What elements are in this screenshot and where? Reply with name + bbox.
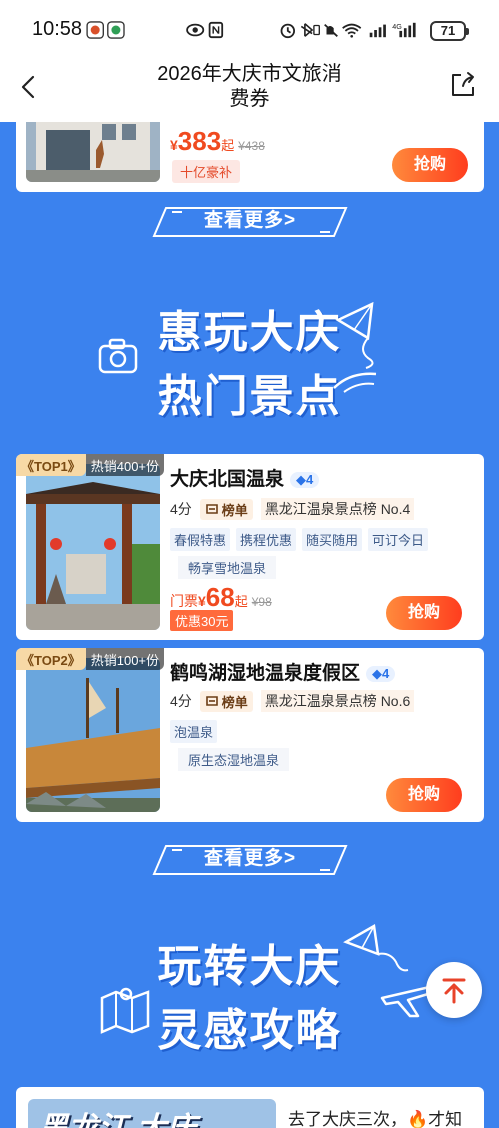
price-from-label: 起 bbox=[234, 594, 248, 609]
price-row: 门票 ¥ 68 起 ¥98 bbox=[170, 582, 272, 613]
product-title: 鹤鸣湖湿地温泉度假区 ◆4 bbox=[170, 658, 396, 685]
product-title-text: 大庆北国温泉 bbox=[170, 469, 285, 490]
system-status-icons: 4G bbox=[280, 22, 416, 39]
rank-badge: 榜单 bbox=[199, 690, 253, 712]
score-row: 4分 榜单 黑龙江温泉景点榜 No.4 bbox=[170, 498, 415, 520]
camera-icon bbox=[98, 338, 138, 374]
buy-button[interactable]: 抢购 bbox=[386, 778, 462, 812]
hot-sales-label: 热销100+份 bbox=[85, 648, 165, 670]
rank-text[interactable]: 黑龙江温泉景点榜 No.6 bbox=[260, 690, 415, 712]
product-title-text: 鹤鸣湖湿地温泉度假区 bbox=[170, 663, 361, 684]
buy-button[interactable]: 抢购 bbox=[386, 596, 462, 630]
price-currency: ¥ bbox=[170, 137, 178, 153]
diamond-level-badge: ◆4 bbox=[366, 665, 396, 682]
app-notification-icons bbox=[86, 21, 125, 39]
guide-title: 去了大庆三次，🔥才知 bbox=[288, 1110, 463, 1128]
tag: 泡温泉 bbox=[170, 720, 218, 743]
product-thumbnail bbox=[26, 658, 160, 812]
see-more-label: 查看更多> bbox=[203, 848, 297, 869]
back-arrow-icon[interactable] bbox=[14, 72, 44, 102]
price-from-label: 起 bbox=[221, 138, 235, 153]
nav-bar: 2026年大庆市文旅消 费券 bbox=[0, 58, 499, 122]
price-value: 68 bbox=[205, 582, 235, 612]
rank-text[interactable]: 黑龙江温泉景点榜 No.4 bbox=[260, 498, 415, 520]
subsidy-badge: 十亿豪补 bbox=[172, 160, 241, 183]
decor-lines-icon bbox=[333, 372, 377, 393]
ranking-icon bbox=[205, 504, 218, 514]
top-rank-label: 《TOP1》 bbox=[16, 454, 86, 476]
hero1-line1: 惠玩大庆 bbox=[157, 308, 342, 357]
feature-tag: 原生态湿地温泉 bbox=[178, 748, 290, 771]
product-card[interactable]: 《TOP1》 热销400+份 大庆北国温泉 ◆4 4分 榜单 黑龙江温泉景点榜 N… bbox=[16, 454, 484, 640]
score: 4分 bbox=[170, 693, 192, 709]
tag: 春假特惠 bbox=[170, 528, 231, 551]
tag-list: 泡温泉 bbox=[170, 720, 218, 743]
price-currency: ¥ bbox=[198, 593, 206, 609]
rank-badge-label: 榜单 bbox=[221, 694, 248, 710]
score: 4分 bbox=[170, 501, 192, 517]
section-hero-hot-spots: 惠玩大庆 热门景点 bbox=[0, 296, 499, 424]
product-card[interactable]: 《TOP2》 热销100+份 鹤鸣湖湿地温泉度假区 ◆4 4分 榜单 黑龙江温泉景… bbox=[16, 648, 484, 822]
battery-indicator: 71 bbox=[430, 21, 469, 41]
rank-badge: 榜单 bbox=[199, 498, 253, 520]
tag-list: 春假特惠 携程优惠 随买随用 可订今日 bbox=[170, 528, 429, 551]
kite-icon bbox=[335, 301, 374, 369]
page-title: 2026年大庆市文旅消 费券 bbox=[120, 62, 379, 112]
tag: 携程优惠 bbox=[236, 528, 297, 551]
discount-badge: 优惠30元 bbox=[170, 610, 234, 631]
diamond-level: 4 bbox=[382, 665, 390, 681]
page-title-line1: 2026年大庆市文旅消 bbox=[157, 63, 342, 85]
price-row: ¥ 383 起 ¥438 bbox=[170, 126, 265, 157]
top-rank-badge: 《TOP2》 热销100+份 bbox=[16, 648, 165, 670]
original-price: ¥438 bbox=[238, 139, 265, 153]
diamond-level: 4 bbox=[306, 471, 314, 487]
diamond-level-badge: ◆4 bbox=[290, 471, 320, 488]
feature-tag: 畅享雪地温泉 bbox=[178, 556, 277, 579]
see-more-button[interactable]: 查看更多> bbox=[152, 844, 348, 876]
status-bar: 10:58 4G 71 bbox=[0, 0, 499, 58]
tag: 可订今日 bbox=[368, 528, 429, 551]
price-value: 383 bbox=[177, 126, 222, 156]
page-title-line2: 费券 bbox=[229, 88, 270, 110]
tag: 随买随用 bbox=[302, 528, 363, 551]
share-icon[interactable] bbox=[448, 70, 478, 100]
map-icon bbox=[100, 987, 150, 1034]
product-title: 大庆北国温泉 ◆4 bbox=[170, 464, 320, 491]
top-header: 10:58 4G 71 2026年大庆市文旅消 费券 bbox=[0, 0, 499, 122]
hero1-line2: 热门景点 bbox=[157, 372, 342, 421]
back-to-top-button[interactable] bbox=[426, 962, 482, 1018]
see-more-label: 查看更多> bbox=[203, 210, 297, 231]
ticket-label: 门票 bbox=[170, 593, 198, 609]
status-time: 10:58 bbox=[32, 18, 83, 40]
arrow-up-icon bbox=[442, 978, 466, 1004]
eye-nfc-icons bbox=[186, 21, 224, 39]
see-more-button[interactable]: 查看更多> bbox=[152, 206, 348, 238]
guide-thumbnail-text: 黑龙江 大庆 bbox=[38, 1103, 196, 1128]
ranking-icon bbox=[205, 696, 218, 706]
rank-badge-label: 榜单 bbox=[221, 502, 248, 518]
kite-icon bbox=[343, 924, 409, 972]
guide-thumbnail: 黑龙江 大庆 bbox=[28, 1099, 276, 1128]
buy-button[interactable]: 抢购 bbox=[392, 148, 468, 182]
original-price: ¥98 bbox=[251, 595, 272, 609]
top-rank-label: 《TOP2》 bbox=[16, 648, 86, 670]
top-rank-badge: 《TOP1》 热销400+份 bbox=[16, 454, 165, 476]
product-thumbnail bbox=[26, 464, 160, 630]
hot-sales-label: 热销400+份 bbox=[85, 454, 165, 476]
guide-card-partial[interactable]: 黑龙江 大庆 去了大庆三次，🔥才知 bbox=[16, 1087, 484, 1128]
svg-text:4G: 4G bbox=[392, 22, 402, 31]
score-row: 4分 榜单 黑龙江温泉景点榜 No.6 bbox=[170, 690, 415, 712]
